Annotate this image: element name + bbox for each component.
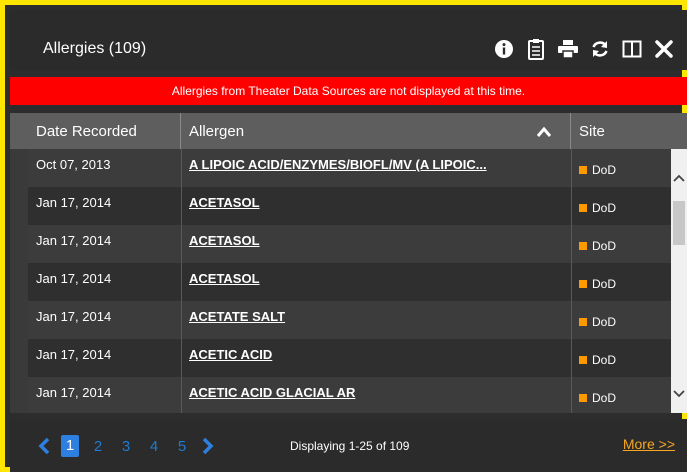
next-page-icon[interactable]: [201, 436, 215, 456]
widget-footer: 1 2 3 4 5 Displaying 1-25 of 109 More >>: [10, 419, 687, 472]
clipboard-icon[interactable]: [525, 38, 547, 60]
more-link[interactable]: More >>: [623, 436, 675, 452]
allergies-widget: Allergies (109) Allergies from Theater D…: [0, 0, 687, 472]
site-label: DoD: [592, 201, 617, 215]
site-label: DoD: [592, 353, 617, 367]
record-count-text: Displaying 1-25 of 109: [290, 439, 410, 453]
site-marker-icon: [579, 356, 587, 364]
site-label: DoD: [592, 239, 617, 253]
column-header-label: Date Recorded: [36, 122, 137, 140]
table-row[interactable]: Jan 17, 2014 ACETIC ACID GLACIAL AR DoD: [28, 377, 671, 413]
sort-ascending-icon[interactable]: [536, 125, 552, 142]
site-marker-icon: [579, 242, 587, 250]
allergen-link[interactable]: ACETASOL: [189, 233, 565, 248]
cell-site: DoD: [579, 201, 616, 215]
scroll-down-icon[interactable]: [671, 385, 687, 403]
theater-data-banner: Allergies from Theater Data Sources are …: [10, 77, 687, 105]
cell-date-recorded: Jan 17, 2014: [36, 271, 112, 286]
cell-date-recorded: Jan 17, 2014: [36, 309, 112, 324]
table-row[interactable]: Jan 17, 2014 ACETASOL DoD: [28, 187, 671, 225]
pagination: 1 2 3 4 5: [37, 435, 215, 457]
site-marker-icon: [579, 280, 587, 288]
cell-date-recorded: Jan 17, 2014: [36, 385, 112, 400]
table-header: Date Recorded Allergen Site: [10, 113, 687, 149]
page-5-button[interactable]: 5: [173, 438, 191, 455]
table-row[interactable]: Jan 17, 2014 ACETASOL DoD: [28, 263, 671, 301]
table-row[interactable]: Oct 07, 2013 A LIPOIC ACID/ENZYMES/BIOFL…: [28, 149, 671, 187]
page-1-button[interactable]: 1: [61, 435, 79, 457]
column-header-label: Allergen: [189, 122, 245, 140]
site-marker-icon: [579, 204, 587, 212]
site-label: DoD: [592, 163, 617, 177]
cell-date-recorded: Jan 17, 2014: [36, 195, 112, 210]
table-body: Oct 07, 2013 A LIPOIC ACID/ENZYMES/BIOFL…: [28, 149, 671, 413]
site-marker-icon: [579, 394, 587, 402]
cell-date-recorded: Jan 17, 2014: [36, 347, 112, 362]
allergen-link[interactable]: ACETATE SALT: [189, 309, 565, 324]
columns-icon[interactable]: [621, 38, 643, 60]
refresh-icon[interactable]: [589, 38, 611, 60]
table-row[interactable]: Jan 17, 2014 ACETASOL DoD: [28, 225, 671, 263]
cell-site: DoD: [579, 391, 616, 405]
page-3-button[interactable]: 3: [117, 438, 135, 455]
cell-date-recorded: Jan 17, 2014: [36, 233, 112, 248]
column-header-site[interactable]: Site: [571, 113, 671, 149]
previous-page-icon[interactable]: [37, 436, 51, 456]
widget-toolbar: [493, 38, 675, 60]
cell-site: DoD: [579, 315, 616, 329]
scroll-up-icon[interactable]: [671, 169, 687, 187]
cell-site: DoD: [579, 353, 616, 367]
allergen-link[interactable]: ACETASOL: [189, 271, 565, 286]
column-header-label: Site: [579, 122, 605, 140]
site-label: DoD: [592, 391, 617, 405]
cell-date-recorded: Oct 07, 2013: [36, 157, 111, 172]
site-marker-icon: [579, 166, 587, 174]
cell-site: DoD: [579, 277, 616, 291]
info-icon[interactable]: [493, 38, 515, 60]
vertical-scrollbar[interactable]: [671, 149, 687, 413]
allergen-link[interactable]: A LIPOIC ACID/ENZYMES/BIOFL/MV (A LIPOIC…: [189, 157, 565, 172]
widget-header: Allergies (109): [10, 10, 687, 70]
cell-site: DoD: [579, 163, 616, 177]
column-header-allergen[interactable]: Allergen: [181, 113, 571, 149]
site-marker-icon: [579, 318, 587, 326]
cell-site: DoD: [579, 239, 616, 253]
table-row[interactable]: Jan 17, 2014 ACETATE SALT DoD: [28, 301, 671, 339]
close-icon[interactable]: [653, 38, 675, 60]
column-header-date-recorded[interactable]: Date Recorded: [28, 113, 181, 149]
allergen-link[interactable]: ACETASOL: [189, 195, 565, 210]
site-label: DoD: [592, 315, 617, 329]
allergies-table: Date Recorded Allergen Site Oct 07, 2013…: [10, 113, 687, 413]
widget-title: Allergies (109): [43, 40, 147, 57]
allergen-link[interactable]: ACETIC ACID GLACIAL AR: [189, 385, 565, 400]
print-icon[interactable]: [557, 38, 579, 60]
allergen-link[interactable]: ACETIC ACID: [189, 347, 565, 362]
page-4-button[interactable]: 4: [145, 438, 163, 455]
site-label: DoD: [592, 277, 617, 291]
scrollbar-thumb[interactable]: [673, 201, 685, 245]
table-row[interactable]: Jan 17, 2014 ACETIC ACID DoD: [28, 339, 671, 377]
page-2-button[interactable]: 2: [89, 438, 107, 455]
